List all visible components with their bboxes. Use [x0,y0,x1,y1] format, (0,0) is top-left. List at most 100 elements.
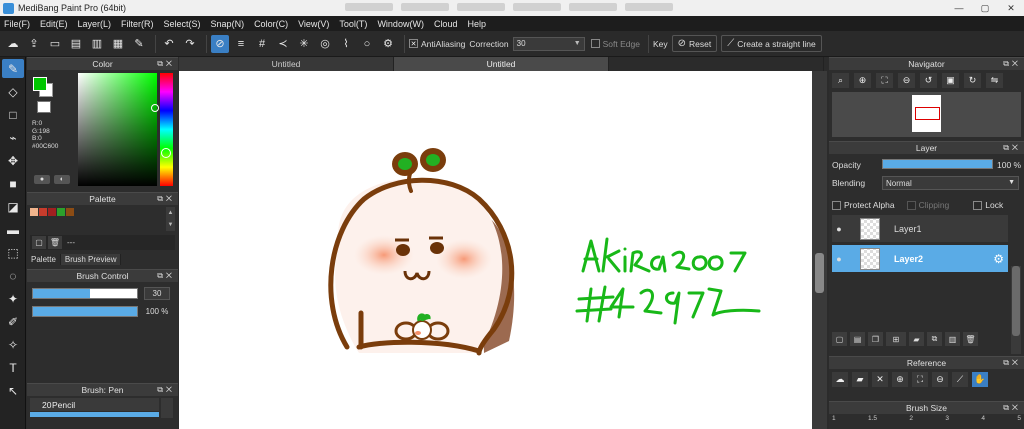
color-mode-button[interactable]: ● [34,175,50,184]
fit-icon[interactable]: ⛶ [876,73,893,88]
page-icon[interactable]: ▥ [88,35,106,53]
snap-settings-icon[interactable]: ⚙ [379,35,397,53]
canvas-vertical-scrollbar[interactable] [812,71,827,429]
magic-wand-tool-icon[interactable]: ✦ [2,289,24,308]
menu-tool[interactable]: Tool(T) [339,19,367,29]
actual-size-icon[interactable]: ▣ [942,73,959,88]
menu-window[interactable]: Window(W) [377,19,424,29]
document-icon[interactable]: ▤ [67,35,85,53]
drawing-canvas[interactable] [179,71,812,429]
palette-swatch[interactable] [48,208,56,216]
blending-select[interactable]: Normal ▼ [882,176,1019,190]
palette-scrollbar[interactable]: ▲ ▼ [166,207,175,231]
open-folder-icon[interactable]: ▰ [852,372,868,387]
zoom-icon[interactable]: ⌕ [832,73,849,88]
rotate-right-icon[interactable]: ↻ [964,73,981,88]
add-layer-menu-icon[interactable]: ⊞ [886,332,906,346]
rotate-left-icon[interactable]: ↺ [920,73,937,88]
soft-edge-checkbox[interactable] [590,39,600,48]
size-tick[interactable]: 3 [945,415,949,422]
cloud-icon[interactable]: ☁ [4,35,22,53]
close-button[interactable]: ✕ [998,0,1024,16]
hand-icon[interactable]: ✋ [972,372,988,387]
color-swap-button[interactable]: ◐ [54,175,70,184]
document-tab[interactable]: Untitled [179,57,394,71]
snap-off-icon[interactable]: ⊘ [211,34,229,53]
radial-snap-icon[interactable]: ✳ [295,35,313,53]
palette-swatch[interactable] [30,208,38,216]
menu-layer[interactable]: Layer(L) [78,19,112,29]
gradient-tool-icon[interactable]: ▬ [2,220,24,239]
curve-snap-icon[interactable]: ⌇ [337,35,355,53]
clipping-checkbox[interactable] [906,200,916,210]
zoom-in-icon[interactable]: ⊕ [892,372,908,387]
panel-controls-icon[interactable]: ⧉✕ [157,59,175,69]
eraser-tool-icon[interactable]: ◇ [2,82,24,101]
size-tick[interactable]: 5 [1017,415,1021,422]
tab-brush-preview[interactable]: Brush Preview [60,254,122,265]
zoom-out-icon[interactable]: ⊖ [898,73,915,88]
straight-line-button[interactable]: ⟋ Create a straight line [721,35,822,52]
brush-size-slider[interactable] [32,288,138,299]
minimize-button[interactable]: — [946,0,972,16]
layer-opacity-slider[interactable] [882,159,993,169]
fit-icon[interactable]: ⛶ [912,372,928,387]
lasso-tool-icon[interactable]: ◌ [2,266,24,285]
select-eraser-tool-icon[interactable]: ✧ [2,335,24,354]
delete-layer-icon[interactable]: 🗑 [963,332,978,346]
scrollbar-thumb[interactable] [815,253,824,293]
palette-swatch[interactable] [57,208,65,216]
undo-icon[interactable]: ↶ [160,35,178,53]
concentric-snap-icon[interactable]: ◎ [316,35,334,53]
menu-select[interactable]: Select(S) [164,19,201,29]
size-tick[interactable]: 1 [832,415,836,422]
eye-icon[interactable]: ● [832,254,846,264]
perspective-snap-icon[interactable]: ≺ [274,35,292,53]
gear-icon[interactable]: ⚙ [993,252,1004,266]
new-palette-icon[interactable]: ▢ [32,236,46,249]
rect-select-tool-icon[interactable]: ⬚ [2,243,24,262]
bucket-tool-icon[interactable]: ◪ [2,197,24,216]
new-layer-icon[interactable]: ▢ [832,332,847,346]
protect-alpha-checkbox[interactable] [832,200,841,210]
close-icon[interactable]: ✕ [872,372,888,387]
dot-tool-icon[interactable]: □ [2,105,24,124]
flip-icon[interactable]: ⇋ [986,73,1003,88]
color-picker-marker[interactable] [151,104,159,112]
panel-controls-icon[interactable]: ⧉✕ [1003,59,1021,69]
new-halftone-layer-icon[interactable]: ▤ [850,332,865,346]
saturation-value-picker[interactable] [78,73,157,186]
reset-button[interactable]: ⊘ Reset [671,35,718,52]
menu-snap[interactable]: Snap(N) [211,19,245,29]
share-icon[interactable]: ⇪ [25,35,43,53]
panels-icon[interactable]: ▦ [109,35,127,53]
comment-icon[interactable]: ▭ [46,35,64,53]
panel-controls-icon[interactable]: ⧉✕ [1003,358,1021,368]
palette-swatch[interactable] [39,208,47,216]
hue-slider[interactable] [160,73,173,186]
menu-color[interactable]: Color(C) [254,19,288,29]
menu-help[interactable]: Help [467,19,486,29]
antialiasing-checkbox[interactable]: ✕ [409,39,418,48]
redo-icon[interactable]: ↷ [181,35,199,53]
size-tick[interactable]: 4 [981,415,985,422]
eye-icon[interactable]: ● [832,224,846,234]
text-tool-icon[interactable]: T [2,358,24,377]
zoom-in-icon[interactable]: ⊕ [854,73,871,88]
layer-row-layer2[interactable]: ● Layer2 ⚙ [832,245,1008,272]
size-tick[interactable]: 1.5 [868,415,877,422]
list-item[interactable]: 20 Pencil [30,398,159,411]
maximize-button[interactable]: ▢ [972,0,998,16]
lock-checkbox[interactable] [973,200,983,210]
transparent-color-swatch[interactable] [37,101,51,113]
folder-icon[interactable]: ▰ [909,332,924,346]
blur-tool-icon[interactable]: ⌁ [2,128,24,147]
tab-palette[interactable]: Palette [27,254,61,265]
cloud-image-icon[interactable]: ☁ [832,372,848,387]
navigator-preview[interactable] [832,92,1021,137]
delete-palette-icon[interactable]: 🗑 [48,236,62,249]
eyedropper-icon[interactable]: ⟋ [952,372,968,387]
scrollbar-thumb[interactable] [1012,266,1020,336]
operation-tool-icon[interactable]: ↖ [2,381,24,400]
grid-snap-icon[interactable]: # [253,35,271,53]
